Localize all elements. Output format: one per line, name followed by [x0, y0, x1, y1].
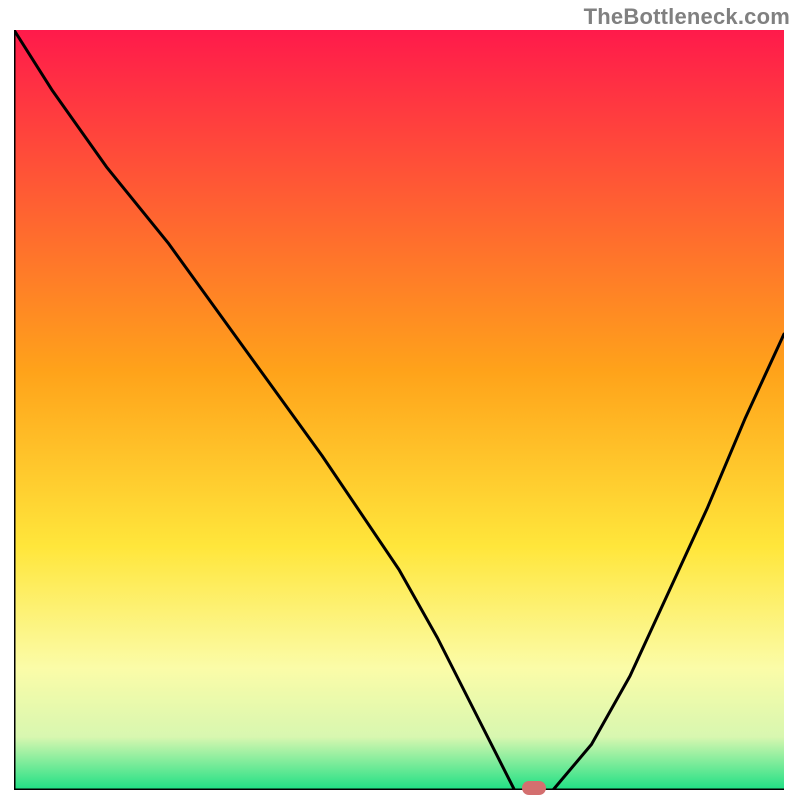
- plot-area: [14, 30, 784, 790]
- chart-svg: [14, 30, 784, 790]
- watermark-text: TheBottleneck.com: [584, 4, 790, 30]
- optimal-marker: [522, 781, 546, 795]
- chart-background: [14, 30, 784, 790]
- chart-frame: TheBottleneck.com: [0, 0, 800, 800]
